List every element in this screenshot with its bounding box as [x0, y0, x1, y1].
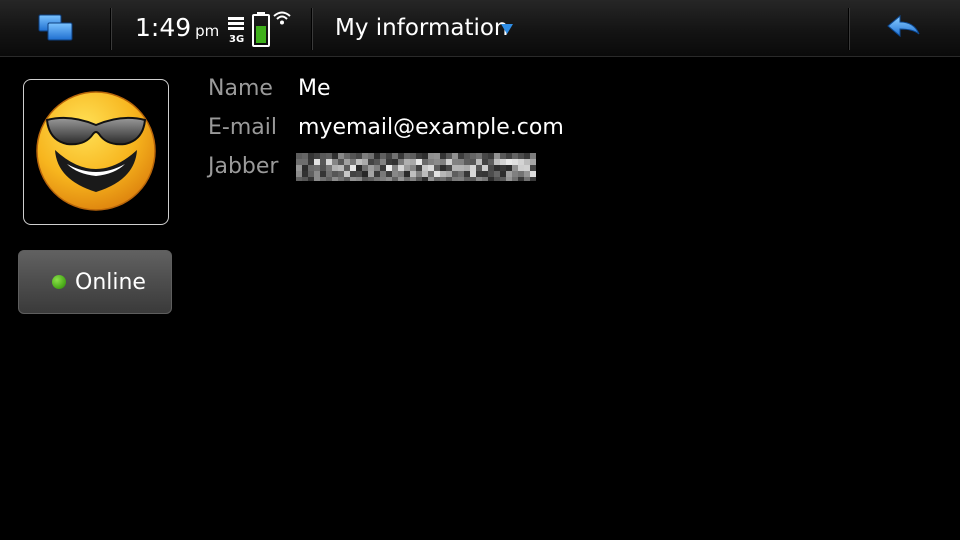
email-value: myemail@example.com — [298, 115, 564, 140]
statusbar-divider — [311, 8, 313, 50]
title-menu[interactable]: My information — [320, 6, 840, 50]
statusbar-divider — [848, 8, 850, 50]
signal-strength-icon: 3G — [228, 17, 248, 47]
avatar[interactable] — [23, 79, 169, 225]
jabber-value-obscured — [296, 153, 536, 183]
status-bar: 1:49 pm 3G My information — [0, 0, 960, 57]
clock-ampm: pm — [195, 22, 220, 40]
sunglasses-smiley-icon — [36, 91, 156, 211]
battery-icon — [251, 11, 271, 47]
statusbar-divider — [110, 8, 112, 50]
task-switcher-icon[interactable] — [36, 12, 76, 44]
network-type: 3G — [229, 34, 245, 45]
email-label: E-mail — [208, 115, 277, 140]
jabber-label: Jabber — [208, 154, 279, 179]
presence-button[interactable]: Online — [18, 250, 172, 314]
back-arrow-icon[interactable] — [886, 14, 922, 44]
online-status-icon — [52, 275, 66, 289]
page-title: My information — [335, 15, 509, 41]
clock-time: 1:49 — [135, 13, 192, 42]
presence-label: Online — [75, 270, 146, 295]
name-value: Me — [298, 76, 331, 101]
dropdown-caret-icon — [501, 24, 513, 34]
clock: 1:49 pm — [135, 12, 219, 47]
wifi-icon — [272, 10, 292, 26]
name-label: Name — [208, 76, 273, 101]
